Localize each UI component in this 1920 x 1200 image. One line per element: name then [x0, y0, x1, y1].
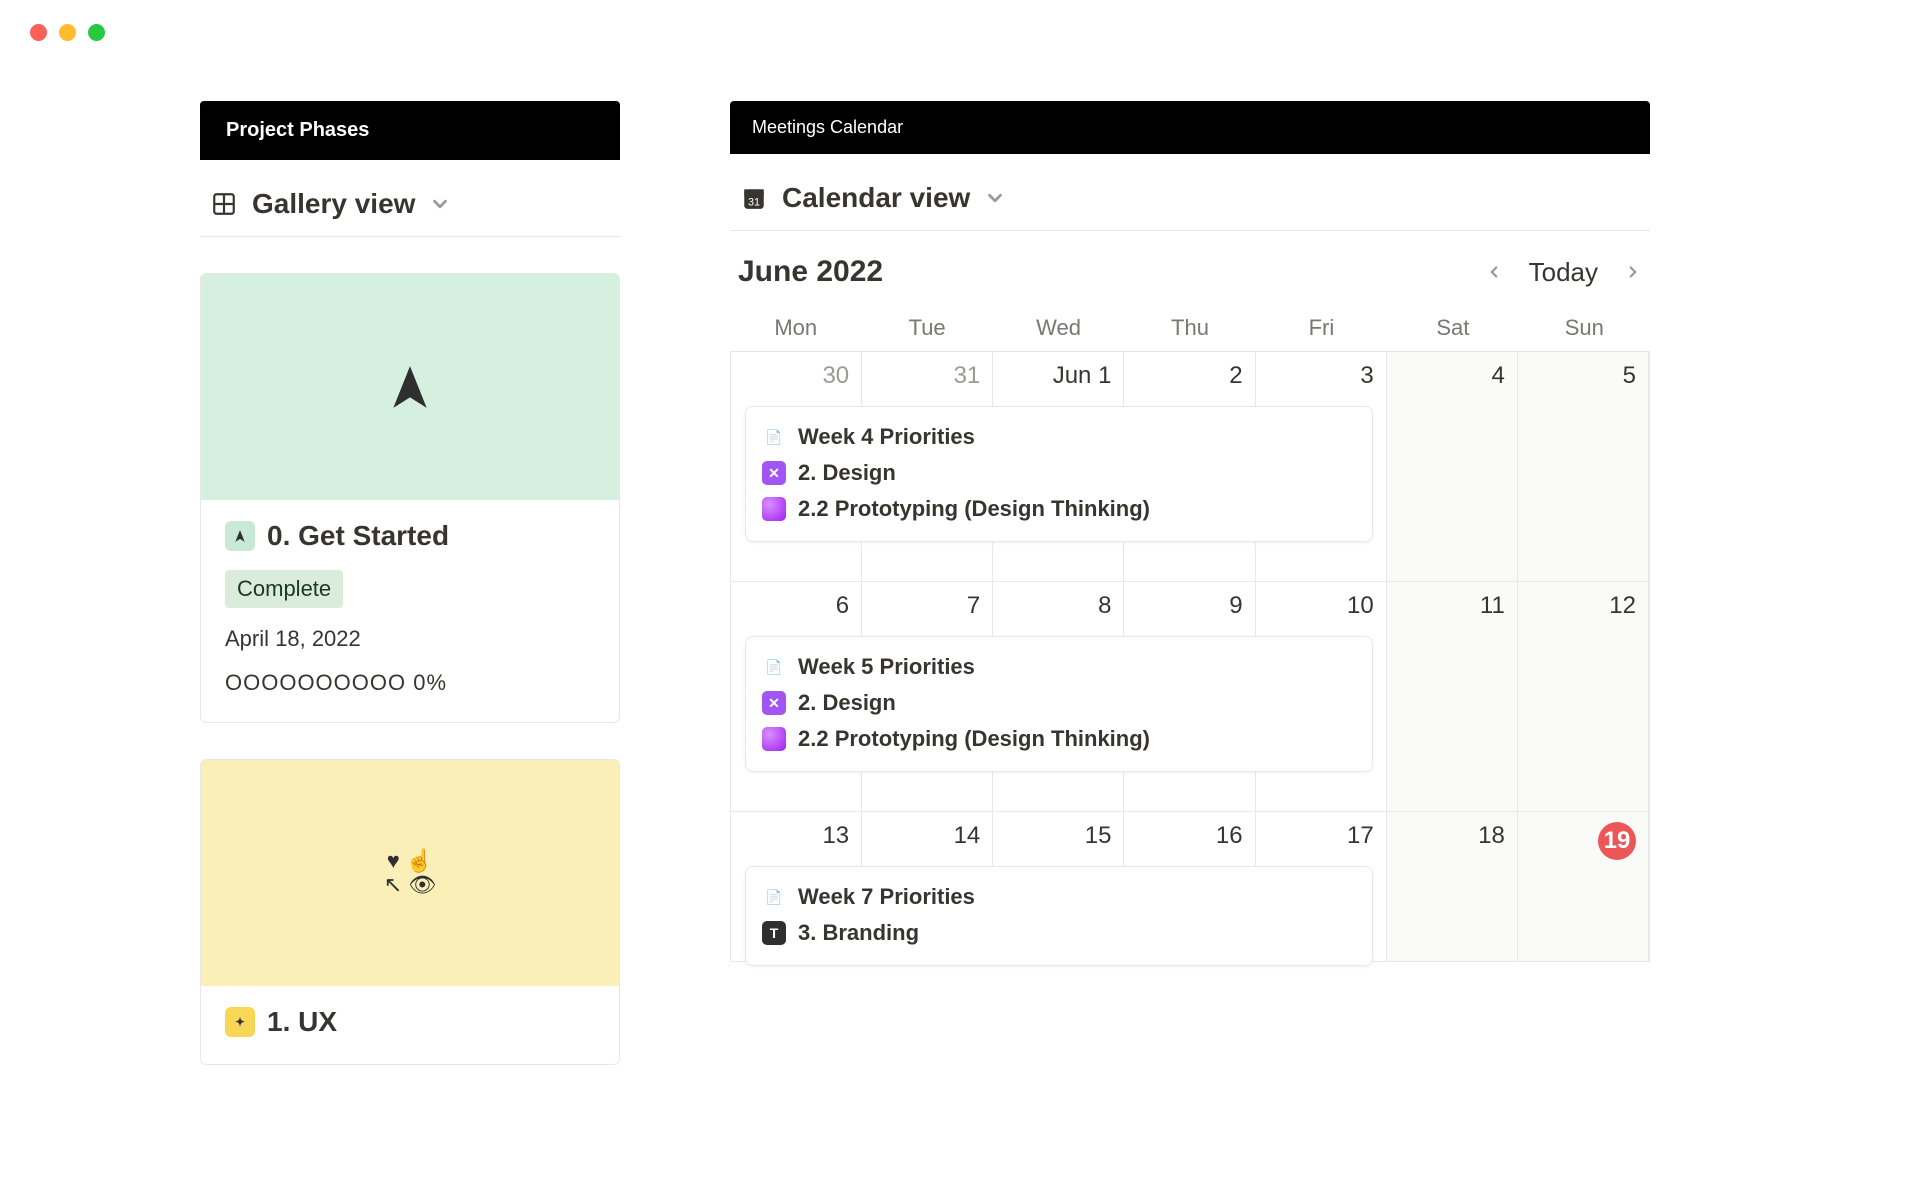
send-icon [225, 521, 255, 551]
design-icon: ✕ [762, 461, 786, 485]
calendar-view-switcher[interactable]: 31 Calendar view [730, 154, 1650, 231]
document-icon: 📄 [762, 425, 786, 449]
event-text: 3. Branding [798, 920, 919, 946]
calendar-icon: 31 [740, 184, 768, 212]
card-date: April 18, 2022 [225, 626, 595, 652]
event-text: 2.2 Prototyping (Design Thinking) [798, 726, 1150, 752]
chevron-down-icon [429, 193, 451, 215]
calendar-month-label: June 2022 [738, 255, 883, 289]
gallery-card[interactable]: 0. Get Started Complete April 18, 2022 O… [200, 273, 620, 723]
weekday-label: Thu [1124, 315, 1255, 341]
panel-title: Meetings Calendar [730, 101, 1650, 154]
document-icon: 📄 [762, 885, 786, 909]
view-label: Gallery view [252, 188, 415, 220]
view-label: Calendar view [782, 182, 970, 214]
event-text: 2.2 Prototyping (Design Thinking) [798, 496, 1150, 522]
card-cover [201, 274, 619, 500]
branding-icon: T [762, 921, 786, 945]
ux-icon: ✦ [225, 1007, 255, 1037]
calendar-weekday-header: Mon Tue Wed Thu Fri Sat Sun [730, 297, 1650, 351]
calendar-event[interactable]: 📄 Week 5 Priorities ✕ 2. Design 2.2 Protot… [745, 636, 1373, 772]
window-controls [0, 0, 1920, 41]
event-text: Week 4 Priorities [798, 424, 975, 450]
event-text: 2. Design [798, 460, 896, 486]
next-month-button[interactable] [1624, 263, 1642, 281]
chevron-down-icon [984, 187, 1006, 209]
calendar-cell[interactable]: 11 [1387, 582, 1518, 811]
card-title-row: ✦ 1. UX [225, 1006, 595, 1038]
prev-month-button[interactable] [1485, 263, 1503, 281]
calendar-event[interactable]: 📄 Week 7 Priorities T 3. Branding [745, 866, 1373, 966]
weekday-label: Tue [861, 315, 992, 341]
calendar-week-row: 6 7 8 9 10 11 12 📄Week 5 Priorities ✕2. … [731, 582, 1649, 812]
calendar-cell[interactable]: 12 [1518, 582, 1649, 811]
calendar-event[interactable]: 📄 Week 4 Priorities ✕ 2. Design 2.2 Protot… [745, 406, 1373, 542]
ux-icons: ♥ ☝↖ 👁 [384, 849, 436, 897]
weekday-label: Fri [1256, 315, 1387, 341]
status-badge: Complete [225, 570, 343, 608]
gallery-icon [210, 190, 238, 218]
meetings-calendar-panel: Meetings Calendar 31 Calendar view June … [730, 101, 1650, 1065]
calendar-cell[interactable]: 5 [1518, 352, 1649, 581]
event-text: Week 5 Priorities [798, 654, 975, 680]
project-phases-panel: Project Phases Gallery view [200, 101, 620, 1065]
card-title: 0. Get Started [267, 520, 449, 552]
panel-title: Project Phases [200, 101, 620, 160]
event-text: 2. Design [798, 690, 896, 716]
document-icon: 📄 [762, 655, 786, 679]
calendar-week-row: 13 14 15 16 17 18 19 📄Week 7 Priorities … [731, 812, 1649, 962]
today-marker: 19 [1598, 822, 1636, 860]
card-progress: OOOOOOOOOO 0% [225, 670, 595, 696]
gallery-view-switcher[interactable]: Gallery view [200, 160, 620, 237]
weekday-label: Sun [1519, 315, 1650, 341]
send-icon [385, 362, 435, 412]
gallery-card[interactable]: ♥ ☝↖ 👁 ✦ 1. UX [200, 759, 620, 1065]
today-button[interactable]: Today [1529, 257, 1598, 288]
weekday-label: Sat [1387, 315, 1518, 341]
design-icon: ✕ [762, 691, 786, 715]
calendar-week-row: 30 31 Jun 1 2 3 4 5 📄Week 4 Priorities ✕… [731, 352, 1649, 582]
calendar-grid: 30 31 Jun 1 2 3 4 5 📄Week 4 Priorities ✕… [730, 351, 1650, 962]
event-text: Week 7 Priorities [798, 884, 975, 910]
calendar-cell[interactable]: 19 [1518, 812, 1649, 961]
prototype-icon [762, 497, 786, 521]
svg-text:31: 31 [748, 197, 760, 209]
calendar-cell[interactable]: 4 [1387, 352, 1518, 581]
weekday-label: Wed [993, 315, 1124, 341]
close-window-icon[interactable] [30, 24, 47, 41]
weekday-label: Mon [730, 315, 861, 341]
card-title-row: 0. Get Started [225, 520, 595, 552]
maximize-window-icon[interactable] [88, 24, 105, 41]
card-title: 1. UX [267, 1006, 337, 1038]
card-cover: ♥ ☝↖ 👁 [201, 760, 619, 986]
calendar-cell[interactable]: 18 [1387, 812, 1518, 961]
minimize-window-icon[interactable] [59, 24, 76, 41]
prototype-icon [762, 727, 786, 751]
